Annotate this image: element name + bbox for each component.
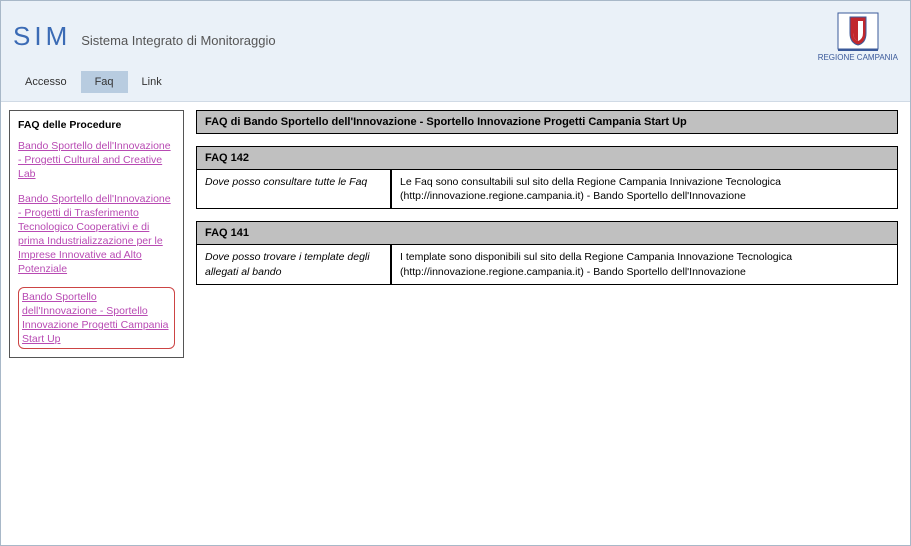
menu-link[interactable]: Link bbox=[128, 71, 176, 93]
sidebar-link-trasferimento-tecnologico[interactable]: Bando Sportello dell'Innovazione - Proge… bbox=[18, 192, 175, 277]
app-subtitle: Sistema Integrato di Monitoraggio bbox=[81, 33, 275, 48]
faq-142-row: Dove posso consultare tutte le Faq Le Fa… bbox=[197, 170, 897, 208]
menu-faq[interactable]: Faq bbox=[81, 71, 128, 93]
main-panel: FAQ di Bando Sportello dell'Innovazione … bbox=[192, 102, 910, 305]
region-logo: REGIONE CAMPANIA bbox=[818, 11, 898, 62]
title-area: SIM Sistema Integrato di Monitoraggio bbox=[13, 21, 276, 52]
faq-block-141: FAQ 141 Dove posso trovare i template de… bbox=[196, 221, 898, 284]
faq-142-answer: Le Faq sono consultabili sul sito della … bbox=[392, 170, 897, 208]
faq-block-142: FAQ 142 Dove posso consultare tutte le F… bbox=[196, 146, 898, 209]
main-heading: FAQ di Bando Sportello dell'Innovazione … bbox=[196, 110, 898, 134]
menu-accesso[interactable]: Accesso bbox=[11, 71, 81, 93]
faq-141-answer: I template sono disponibili sul sito del… bbox=[392, 245, 897, 283]
header: SIM Sistema Integrato di Monitoraggio RE… bbox=[1, 1, 910, 71]
sidebar-link-cultural-creative-lab[interactable]: Bando Sportello dell'Innovazione - Proge… bbox=[18, 139, 175, 182]
region-label: REGIONE CAMPANIA bbox=[818, 53, 898, 62]
app-logo-text: SIM bbox=[13, 21, 71, 52]
content-area: FAQ delle Procedure Bando Sportello dell… bbox=[1, 102, 910, 366]
faq-141-title: FAQ 141 bbox=[197, 222, 897, 245]
sidebar-title: FAQ delle Procedure bbox=[18, 119, 175, 131]
faq-142-title: FAQ 142 bbox=[197, 147, 897, 170]
menubar: Accesso Faq Link bbox=[1, 71, 910, 102]
faq-141-row: Dove posso trovare i template degli alle… bbox=[197, 245, 897, 283]
faq-141-question: Dove posso trovare i template degli alle… bbox=[197, 245, 392, 283]
faq-142-question: Dove posso consultare tutte le Faq bbox=[197, 170, 392, 208]
sidebar: FAQ delle Procedure Bando Sportello dell… bbox=[9, 110, 184, 358]
region-shield-icon bbox=[836, 11, 880, 51]
sidebar-link-campania-start-up[interactable]: Bando Sportello dell'Innovazione - Sport… bbox=[18, 287, 175, 350]
